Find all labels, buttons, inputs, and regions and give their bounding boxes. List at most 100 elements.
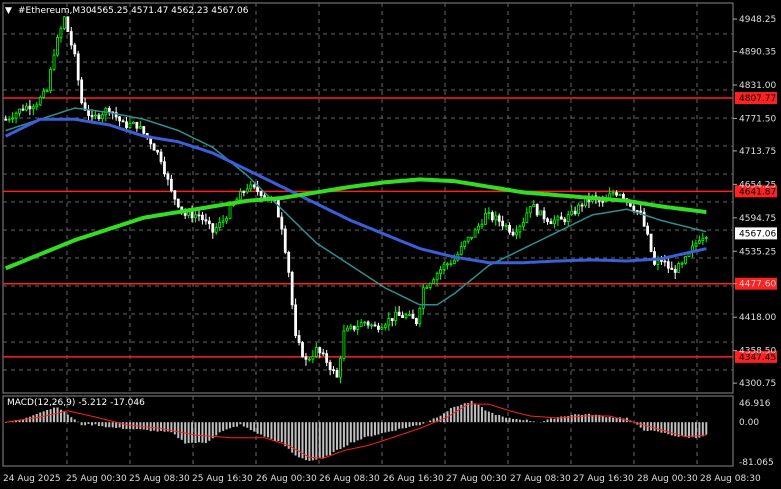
candle-body [259,191,263,197]
candle-body [49,68,52,92]
candle-body [563,218,567,222]
candle-body [263,195,266,198]
candle-body [477,225,480,231]
candle-body [345,327,349,332]
candle-body [622,194,625,200]
candle-body [66,16,70,32]
candle-body [166,173,170,180]
chart-symbol: #Ethereum,M30 [18,6,92,16]
candle-body [197,214,201,217]
macd-tick-label: 0.00 [739,418,759,428]
candle-body [580,204,584,207]
candle-body [394,311,398,321]
time-tick-label: 28 Aug 00:30 [637,474,698,484]
time-tick-label: 25 Aug 16:30 [192,474,253,484]
candle-body [535,204,539,216]
candle-body [459,246,463,255]
candle-body [680,262,684,265]
candle-body [135,121,139,129]
candle-body [100,114,104,119]
candle-body [425,287,429,289]
candle-body [549,221,553,225]
candle-body [635,210,639,212]
candle-body [435,273,439,281]
candle-body [339,357,342,378]
candle-body [325,353,329,363]
time-tick-label: 26 Aug 08:30 [319,474,380,484]
collapse-arrow-icon[interactable]: ▼ [5,6,12,16]
candle-body [618,194,622,196]
trading-chart[interactable]: 4807.774641.874477.604347.45 46.9160.00-… [0,0,781,489]
candle-body [418,307,422,325]
candle-body [59,28,63,38]
candle-body [245,188,249,193]
candle-body [25,105,28,111]
candle-body [632,205,636,211]
time-tick-label: 27 Aug 00:30 [446,474,507,484]
candle-body [228,204,232,219]
candle-body [518,225,522,233]
candle-body [480,223,484,227]
candle-body [163,161,166,175]
time-tick-label: 24 Aug 2025 [3,474,61,484]
candle-body [221,220,225,223]
candle-body [297,335,301,343]
candle-body [276,200,280,218]
candle-body [615,192,618,196]
candle-body [159,151,163,163]
candle-body [287,251,291,273]
level-label: 4807.77 [739,94,776,104]
candle-body [90,115,94,117]
candle-body [201,214,204,221]
candle-body [214,227,218,233]
candle-body [107,108,111,113]
candle-body [511,231,515,236]
candle-body [332,369,335,372]
time-tick-label: 28 Aug 08:30 [700,474,761,484]
candle-body [515,231,518,236]
candle-body [349,325,353,329]
time-tick-label: 25 Aug 08:30 [129,474,190,484]
candle-body [301,342,304,358]
candle-body [31,106,35,110]
candle-body [508,225,511,233]
macd-tick-label: 46.916 [739,399,771,409]
candle-body [94,114,97,117]
candle-body [370,324,373,327]
candle-body [673,269,677,273]
candle-body [128,123,132,129]
candle-body [225,217,228,222]
candle-body [121,120,125,123]
candle-body [335,370,339,378]
price-tick-label: 4418.00 [739,313,776,323]
price-tick-label: 4713.75 [739,147,776,157]
candle-body [194,214,197,219]
candle-body [176,198,180,208]
candle-body [428,282,432,288]
candle-body [97,114,101,119]
candle-body [238,191,242,200]
candle-body [521,222,525,227]
candle-body [76,53,80,81]
candle-body [528,206,532,214]
candle-body [138,126,142,129]
candle-body [283,228,287,253]
candle-body [308,358,311,361]
candle-body [553,219,556,225]
candle-body [439,269,442,275]
candle-body [463,240,467,247]
candle-body [639,210,643,213]
candle-body [573,210,577,215]
candle-body [252,184,256,188]
candle-body [697,240,701,244]
candle-body [559,216,563,220]
candle-body [494,215,498,221]
candle-body [670,267,674,270]
candle-body [390,318,394,321]
price-tick-label: 4358.50 [739,347,776,357]
candle-body [383,324,387,328]
price-tick-label: 4771.50 [739,114,776,124]
candle-body [156,149,159,153]
chart-ohlc: 4565.25 4571.47 4562.23 4567.06 [91,6,249,16]
candle-body [649,233,653,252]
